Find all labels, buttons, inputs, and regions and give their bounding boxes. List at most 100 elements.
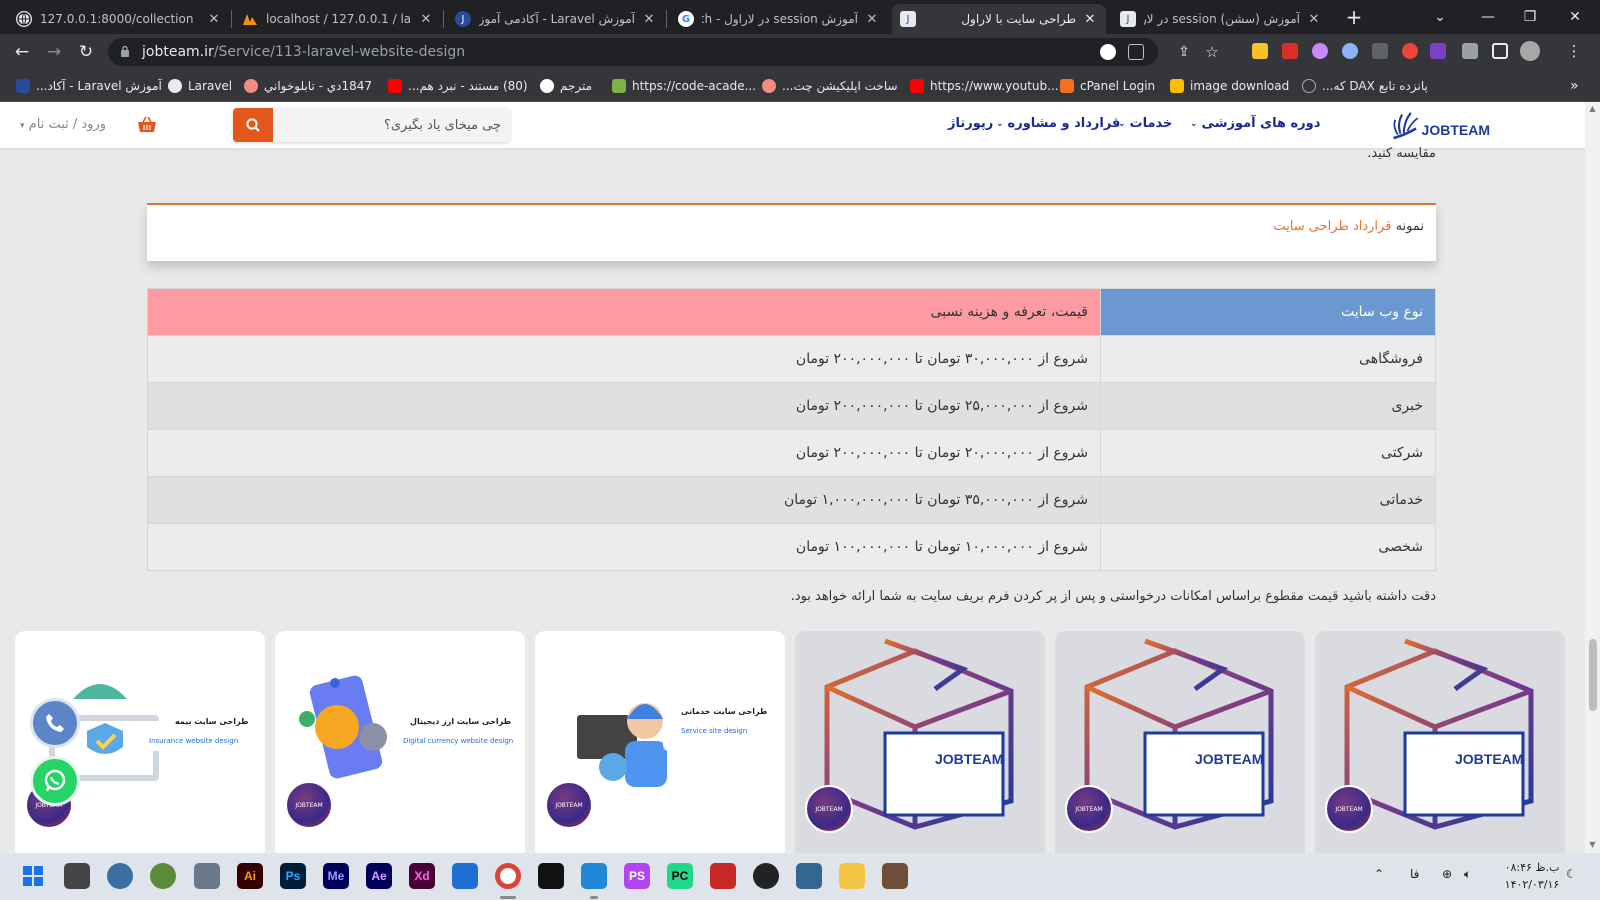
app-icon-globe[interactable] (107, 863, 133, 889)
sample-contract-link[interactable]: قرارداد طراحی سایت (1273, 219, 1391, 234)
service-card[interactable]: JOBTEAM JOBTEAM (1055, 631, 1305, 853)
scroll-down-icon[interactable]: ▼ (1588, 840, 1597, 849)
close-icon[interactable]: ✕ (1306, 12, 1322, 27)
nav-contract-consulting[interactable]: قرارداد و مشاوره ⌄ (996, 116, 1120, 131)
photoshop-icon[interactable]: Ps (280, 863, 306, 889)
media-encoder-icon[interactable]: Me (323, 863, 349, 889)
address-bar[interactable]: jobteam.ir/Service/113-laravel-website-d… (108, 38, 1158, 66)
nav-services[interactable]: خدمات ⌄ (1118, 116, 1172, 131)
tab-search-icon[interactable]: ⌄ (1420, 4, 1460, 30)
calculator-icon[interactable] (194, 863, 220, 889)
globe-icon[interactable]: ⊕ (1442, 867, 1452, 881)
nav-reportage[interactable]: رپورتاژ (948, 116, 993, 131)
bookmark-item[interactable]: مترجم (540, 77, 592, 95)
volume-icon[interactable]: 🔈︎ (1464, 867, 1471, 882)
side-panel-icon[interactable] (1492, 43, 1508, 59)
extension-icon-circle[interactable] (1342, 43, 1358, 59)
close-icon[interactable]: ✕ (1082, 12, 1098, 27)
extension-icon-notes[interactable] (1252, 43, 1268, 59)
extension-icon-owl[interactable] (1312, 43, 1328, 59)
illustrator-icon[interactable]: Ai (237, 863, 263, 889)
phpmyadmin-icon (242, 11, 258, 27)
language-indicator[interactable]: فا (1410, 867, 1419, 881)
close-icon[interactable]: ✕ (418, 12, 434, 27)
nav-courses[interactable]: دوره های آموزشی ⌄ (1190, 116, 1320, 131)
login-register-link[interactable]: ورود / ثبت نام ▾ (20, 117, 106, 132)
google-lens-icon[interactable] (1100, 44, 1116, 60)
bookmark-star-icon[interactable]: ☆ (1200, 40, 1224, 64)
extension-icon-red[interactable] (1402, 43, 1418, 59)
scrollbar-thumb[interactable] (1589, 639, 1597, 711)
app-icon-red[interactable] (710, 863, 736, 889)
minimize-button[interactable]: — (1468, 4, 1508, 30)
xd-icon[interactable]: Xd (409, 863, 435, 889)
browser-tab[interactable]: J آموزش (سشن) session در لاراول ✕ (1112, 4, 1330, 34)
file-explorer-icon[interactable] (839, 863, 865, 889)
bookmark-item[interactable]: https://code-acade... (612, 77, 756, 95)
bookmark-item[interactable]: آموزش Laravel - آکاد... (16, 77, 162, 95)
mail-icon[interactable] (452, 863, 478, 889)
vscode-icon[interactable] (581, 863, 607, 889)
google-icon: G (678, 11, 694, 27)
call-button[interactable] (30, 698, 80, 748)
close-icon[interactable]: ✕ (864, 12, 880, 27)
menu-kebab-icon[interactable]: ⋮ (1566, 43, 1582, 59)
extension-icon-acrobat[interactable] (1282, 43, 1298, 59)
extensions-puzzle-icon[interactable] (1462, 43, 1478, 59)
close-icon[interactable]: ✕ (641, 12, 657, 27)
service-card[interactable]: JOBTEAM JOBTEAM (1315, 631, 1565, 853)
search-button[interactable] (233, 108, 273, 142)
service-card[interactable]: طراحی سایت ارز دیجیتال Digital currency … (275, 631, 525, 853)
new-tab-button[interactable]: + (1342, 6, 1366, 30)
app-icon-money[interactable] (150, 863, 176, 889)
close-icon[interactable]: ✕ (206, 12, 222, 27)
shopping-basket-icon[interactable] (137, 116, 157, 134)
browser-tab-active[interactable]: J طراحی سایت با لاراول ✕ (892, 4, 1106, 34)
share-icon[interactable]: ⇪ (1172, 40, 1196, 64)
whatsapp-button[interactable] (30, 756, 80, 806)
bookmark-item[interactable]: https://www.youtub... (910, 77, 1059, 95)
browser-tab[interactable]: G آموزش session در لاراول - arch ✕ (670, 4, 888, 34)
bookmark-item[interactable]: ساخت اپلیکیشن چت... (762, 77, 898, 95)
service-card[interactable]: JOBTEAM JOBTEAM (795, 631, 1045, 853)
windows-start-icon[interactable] (20, 863, 46, 889)
browser-tab[interactable]: localhost / 127.0.0.1 / laravel_ ✕ (234, 4, 442, 34)
chrome-icon[interactable] (495, 863, 521, 889)
bookmark-item[interactable]: image download (1170, 77, 1289, 95)
postgresql-icon[interactable] (796, 863, 822, 889)
browser-tab[interactable]: J آموزش Laravel - آکادمی آموزش ✕ (447, 4, 665, 34)
phpstorm-icon[interactable]: PS (624, 863, 650, 889)
browser-tab[interactable]: 127.0.0.1:8000/collection ✕ (8, 4, 230, 34)
bookmark-item[interactable]: cPanel Login (1060, 77, 1155, 95)
search-input[interactable] (279, 114, 501, 136)
app-icon-calendar[interactable] (882, 863, 908, 889)
pycharm-icon[interactable]: PC (667, 863, 693, 889)
window-close-button[interactable]: ✕ (1555, 4, 1595, 30)
system-clock[interactable]: ۰۸:۴۶ ب.ظ ۱۴۰۲/۰۳/۱۶ (1502, 859, 1562, 893)
back-arrow-icon[interactable]: ← (10, 40, 34, 64)
bookmark-item[interactable]: پانزده تابع DAX که... (1302, 77, 1428, 95)
forward-arrow-icon[interactable]: → (42, 40, 66, 64)
reload-icon[interactable]: ↻ (74, 40, 98, 64)
scroll-up-icon[interactable]: ▲ (1588, 104, 1597, 113)
bookmarks-overflow-icon[interactable]: » (1570, 77, 1579, 95)
nav-label: خدمات (1129, 116, 1173, 131)
tray-chevron-icon[interactable]: ⌃ (1374, 867, 1384, 881)
site-logo[interactable]: JOBTEAM (1390, 106, 1490, 144)
phone-icon (46, 714, 64, 732)
service-card[interactable]: طراحی سایت خدماتی Service site design JO… (535, 631, 785, 853)
restore-button[interactable]: ❐ (1510, 4, 1550, 30)
app-icon-dark[interactable] (753, 863, 779, 889)
profile-avatar[interactable] (1520, 41, 1540, 61)
bookmark-item[interactable]: 1847دي - تابلوخواني (244, 77, 372, 95)
install-app-icon[interactable] (1128, 44, 1144, 60)
notification-icon[interactable]: ☾ (1566, 867, 1577, 881)
extension-icon-shield[interactable] (1372, 43, 1388, 59)
bookmark-item[interactable]: (80) مستند - نبرد هم... (388, 77, 528, 95)
jetbrains-toolbox-icon[interactable] (538, 863, 564, 889)
bookmark-item[interactable]: Laravel (168, 77, 232, 95)
page-scrollbar[interactable]: ▲ ▼ (1585, 102, 1600, 853)
task-view-icon[interactable] (64, 863, 90, 889)
extension-icon-badge[interactable] (1430, 43, 1446, 59)
after-effects-icon[interactable]: Ae (366, 863, 392, 889)
